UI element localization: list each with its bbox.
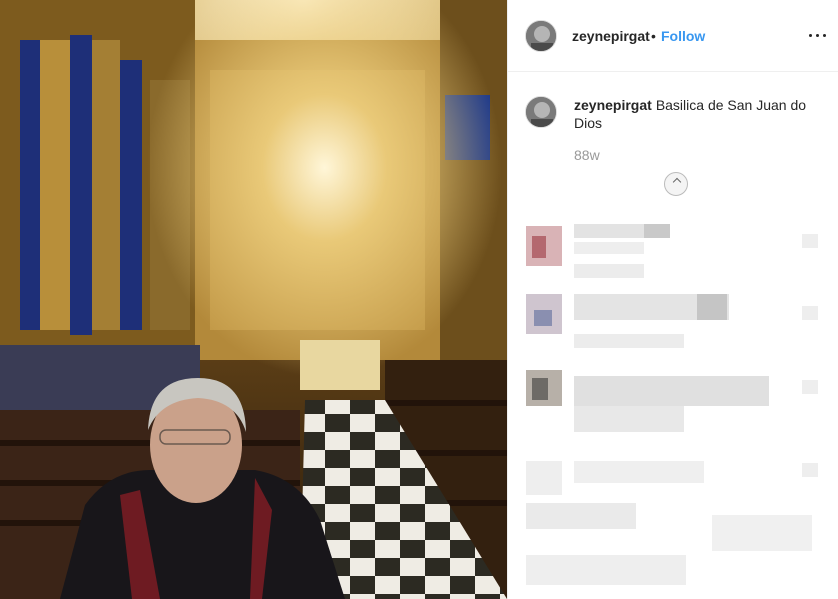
more-dot: [816, 34, 819, 37]
caption-username[interactable]: zeynepirgat: [574, 97, 652, 113]
caption-avatar[interactable]: [525, 96, 557, 128]
comment-blurred-3: [522, 362, 822, 442]
header-username[interactable]: zeynepirgat: [572, 28, 650, 44]
post-caption: zeynepirgat Basilica de San Juan do Dios: [574, 96, 814, 132]
post-timestamp[interactable]: 88w: [574, 147, 600, 163]
more-dot: [823, 34, 826, 37]
avatar-image: [526, 21, 556, 51]
basilica-interior-image: [0, 0, 507, 599]
load-more-comments-icon[interactable]: [664, 172, 688, 196]
more-dot: [809, 34, 812, 37]
header-separator: •: [651, 28, 656, 44]
post-side-panel: zeynepirgat • Follow zeynepirgat Basilica…: [507, 0, 838, 599]
comment-blurred-4: [522, 455, 832, 595]
comment-blurred-1: [522, 222, 822, 282]
more-horizontal-icon[interactable]: [806, 25, 830, 45]
comment-blurred-2: [522, 292, 822, 352]
avatar-image: [526, 97, 556, 127]
post-photo[interactable]: [0, 0, 507, 599]
avatar[interactable]: [525, 20, 557, 52]
post-header: zeynepirgat • Follow: [508, 0, 838, 72]
follow-button[interactable]: Follow: [661, 28, 705, 44]
